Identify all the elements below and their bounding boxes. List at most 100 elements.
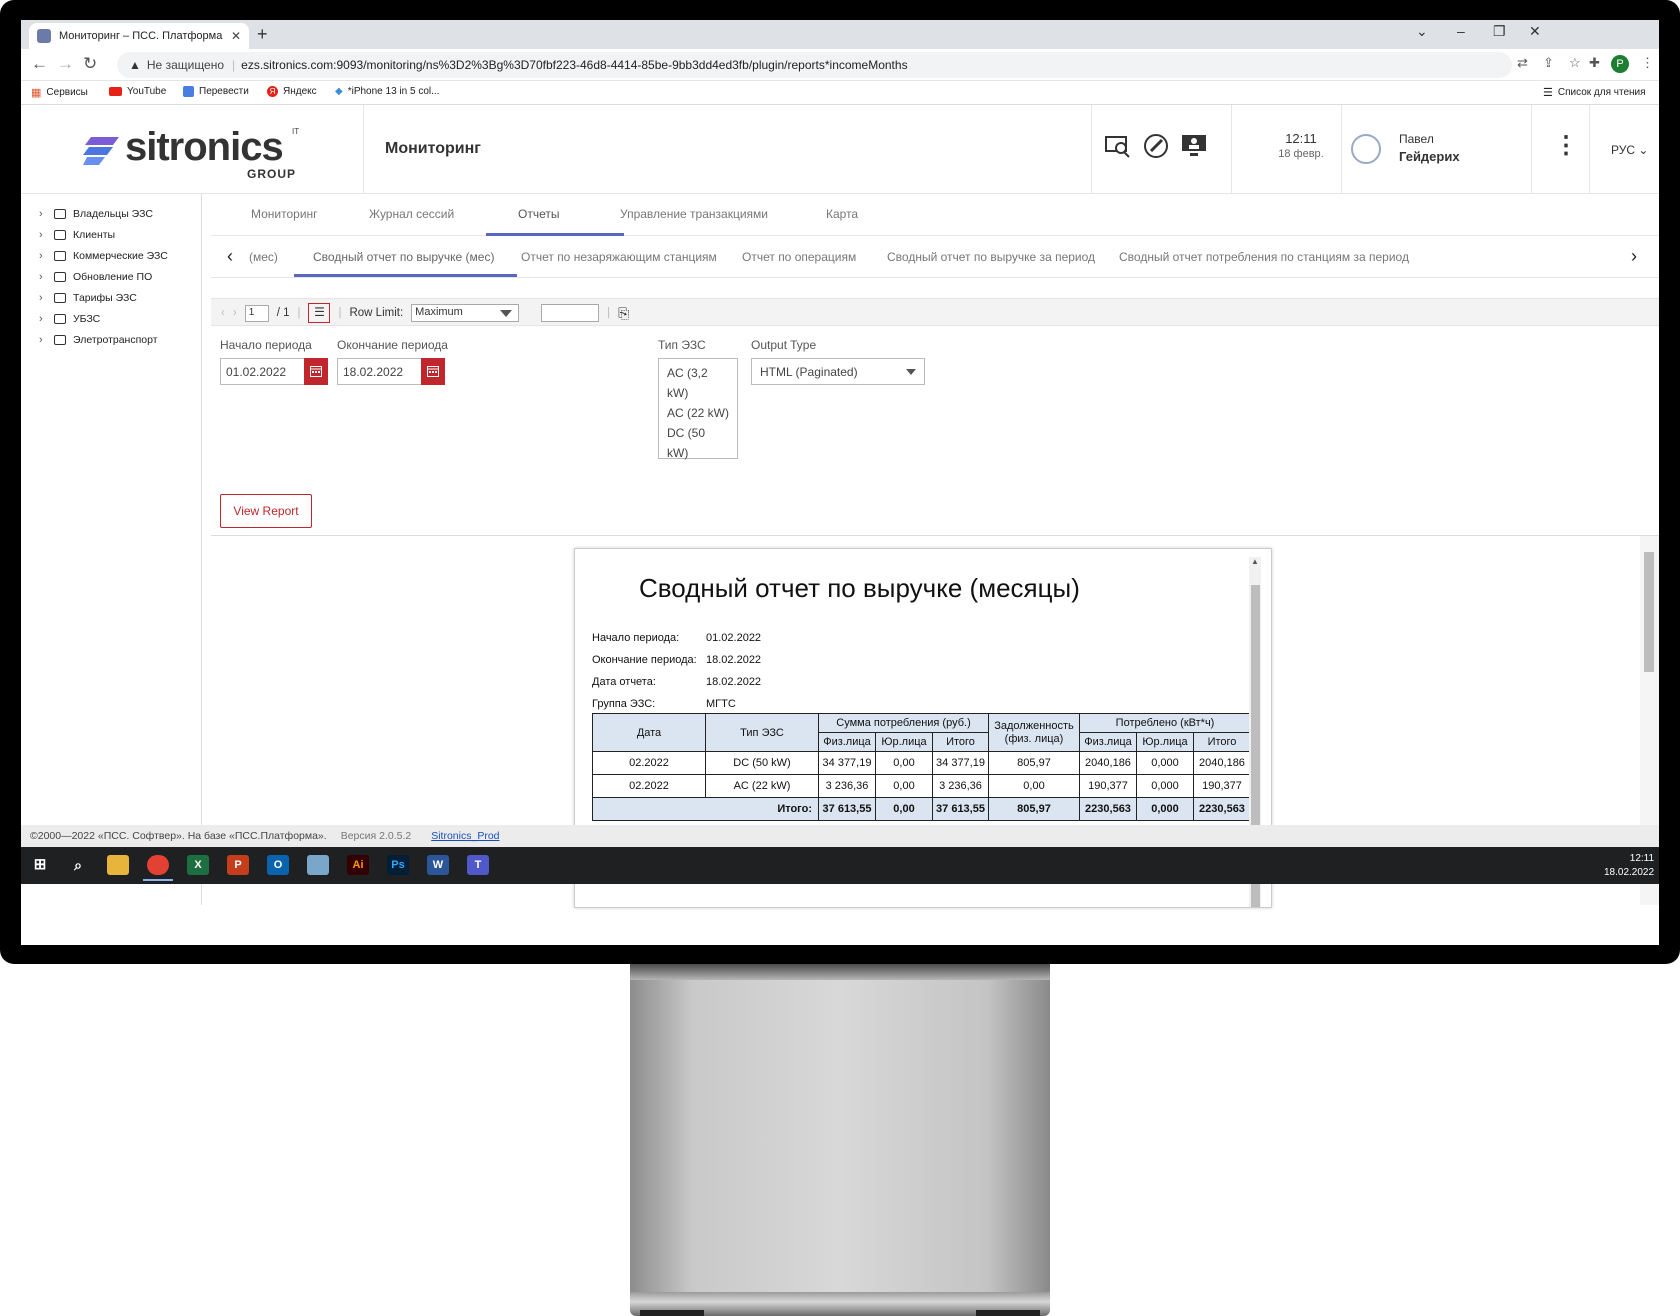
bookmark-iphone[interactable]: ◆ *iPhone 13 in 5 col... [335,86,439,97]
sidebar-item-owners[interactable]: › Владельцы ЭЗС [39,204,153,224]
tab-transactions[interactable]: Управление транзакциями [620,207,768,221]
sidebar-item-tariffs[interactable]: › Тарифы ЭЗС [39,288,137,308]
col-type: Тип ЭЗС [705,713,819,752]
url-text: ezs.sitronics.com:9093/monitoring/ns%3D2… [241,58,908,72]
reading-list-icon: ☰ [1543,87,1553,99]
illustrator-icon[interactable]: Ai [347,855,369,875]
sidebar-item-clients[interactable]: › Клиенты [39,225,115,245]
scroll-right-icon[interactable]: › [1631,246,1637,267]
forward-icon[interactable]: → [57,54,74,74]
tab-map[interactable]: Карта [826,207,858,221]
close-tab-icon[interactable]: ✕ [231,29,241,43]
station-type-option[interactable]: AC (3,2 kW) [667,363,729,403]
page-total: / 1 [276,307,290,319]
back-icon[interactable]: ← [31,54,48,74]
extensions-icon[interactable]: ✚ [1589,55,1600,71]
tab-session-log[interactable]: Журнал сессий [369,207,454,221]
chevron-right-icon: › [39,313,43,325]
bookmark-youtube[interactable]: YouTube [109,86,166,97]
app-icon[interactable] [307,855,329,875]
chrome-icon[interactable] [147,855,169,875]
outlook-icon[interactable]: O [267,855,289,875]
report-tab-consumption[interactable]: Сводный отчет потребления по станциям за… [1119,250,1409,264]
tab-monitoring[interactable]: Мониторинг [251,207,318,221]
report-toolbar: ‹ › 1 / 1 | ☰ | Row Limit: Maximum | ⎘ [211,298,1659,326]
meta-label: Группа ЭЗС: [592,698,656,710]
export-icon[interactable]: ⎘ [618,305,629,322]
translate-icon[interactable]: ⇄ [1517,55,1528,71]
photoshop-icon[interactable]: Ps [387,855,409,875]
more-menu-icon[interactable]: ⋮ [1554,131,1578,160]
scroll-up-icon[interactable]: ▲ [1251,557,1259,566]
end-calendar-icon[interactable] [421,358,445,385]
sidebar-item-commercial[interactable]: › Коммерческие ЭЗС [39,246,168,266]
app-header: sitronics IT GROUP Мониторинг 12:11 18 ф… [21,105,1659,194]
report-tab-partial[interactable]: (мес) [249,250,278,264]
parameters-toggle-icon[interactable]: ☰ [308,303,331,323]
report-tab-idle-stations[interactable]: Отчет по незаряжающим станциям [521,250,717,264]
monitor-search-icon[interactable] [1103,131,1133,161]
reload-icon[interactable]: ↻ [83,54,97,74]
station-type-option[interactable]: AC (22 kW) [667,403,729,423]
windows-start-icon[interactable]: ⊞ [29,855,51,875]
sidebar-item-updates[interactable]: › Обновление ПО [39,267,152,287]
user-avatar-icon[interactable] [1351,134,1381,164]
reading-list[interactable]: ☰ Список для чтения [1543,86,1646,99]
bookmark-translate[interactable]: Перевести [183,86,249,97]
teams-icon[interactable]: T [467,855,489,875]
close-window-icon[interactable]: ✕ [1529,23,1541,40]
station-type-list[interactable]: AC (3,2 kW) AC (22 kW) DC (50 kW) [658,358,738,460]
environment-link[interactable]: Sitronics_Prod [431,830,499,842]
edit-circle-icon[interactable] [1141,131,1171,161]
sidebar-item-etransport[interactable]: › Элетротранспорт [39,330,158,350]
logo-group: GROUP [247,167,297,181]
search-icon[interactable]: ⌕ [67,855,89,875]
menu-icon[interactable]: ⋮ [1641,55,1654,71]
scroll-left-icon[interactable]: ‹ [227,246,233,267]
meta-value: 01.02.2022 [706,632,762,644]
file-explorer-icon[interactable] [107,855,129,875]
browser-tab[interactable]: Мониторинг – ПСС. Платформа ✕ [29,23,249,49]
logo-mark-icon [83,137,119,165]
tab-search-icon[interactable]: ⌄ [1416,23,1428,40]
restore-icon[interactable]: ❐ [1493,23,1506,40]
share-icon[interactable]: ⇪ [1543,55,1554,71]
copyright: ©2000—2022 «ПСС. Софтвер». На базе «ПСС.… [30,830,327,842]
owners-icon [54,209,66,219]
find-input[interactable] [541,304,600,322]
app-footer: ©2000—2022 «ПСС. Софтвер». На базе «ПСС.… [21,825,1659,847]
monitor-user-icon[interactable] [1179,131,1209,161]
station-type-option[interactable]: DC (50 kW) [667,423,729,463]
star-icon[interactable]: ☆ [1569,55,1581,71]
excel-icon[interactable]: X [187,855,209,875]
view-report-button[interactable]: View Report [220,494,312,528]
sidebar-item-ubzs[interactable]: › УБЗС [39,309,100,329]
next-page-icon[interactable]: › [233,307,237,319]
prev-page-icon[interactable]: ‹ [221,307,225,319]
bookmark-services[interactable]: ▦ Сервисы [31,86,88,99]
report-tab-income-period[interactable]: Сводный отчет по выручке за период [887,250,1095,264]
language-select[interactable]: РУС ⌄ [1611,143,1648,157]
start-period-label: Начало периода [220,338,312,352]
url-bar[interactable]: ▲ Не защищено | ezs.sitronics.com:9093/m… [117,52,1512,78]
powerpoint-icon[interactable]: P [227,855,249,875]
end-period-label: Окончание периода [337,338,448,352]
report-tab-income-months[interactable]: Сводный отчет по выручке (мес) [313,250,494,264]
row-limit-select[interactable]: Maximum [411,304,520,322]
page-input[interactable]: 1 [244,304,269,322]
output-type-select[interactable]: HTML (Paginated) [751,358,925,385]
page-scrollbar-thumb[interactable] [1644,552,1654,672]
profile-avatar[interactable]: P [1611,55,1629,73]
tab-reports[interactable]: Отчеты [518,207,559,221]
user-name[interactable]: Павел Гейдерих [1399,131,1460,166]
start-calendar-icon[interactable] [304,358,328,385]
address-bar-row: ← → ↻ ▲ Не защищено | ezs.sitronics.com:… [21,49,1659,81]
new-tab-button[interactable]: + [257,24,268,45]
minimize-icon[interactable]: – [1457,23,1465,39]
meta-value: МГТС [706,698,736,710]
chevron-right-icon: › [39,292,43,304]
clients-icon [54,230,66,240]
report-tab-operations[interactable]: Отчет по операциям [742,250,856,264]
word-icon[interactable]: W [427,855,449,875]
bookmark-yandex[interactable]: Я Яндекс [267,86,317,97]
